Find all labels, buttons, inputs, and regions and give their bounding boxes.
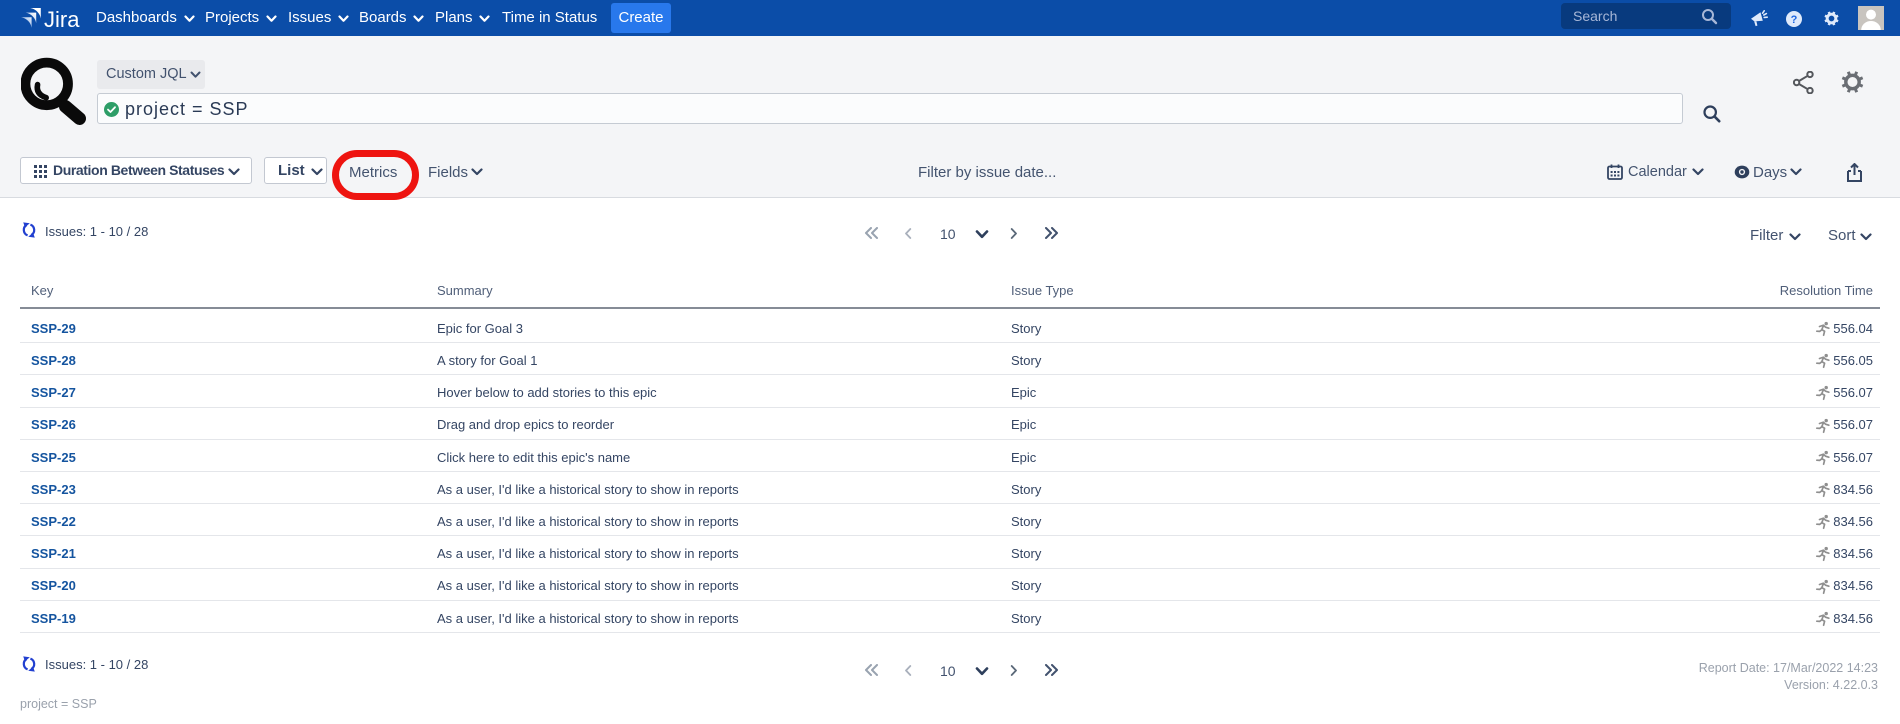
svg-text:?: ? [1791, 14, 1798, 26]
